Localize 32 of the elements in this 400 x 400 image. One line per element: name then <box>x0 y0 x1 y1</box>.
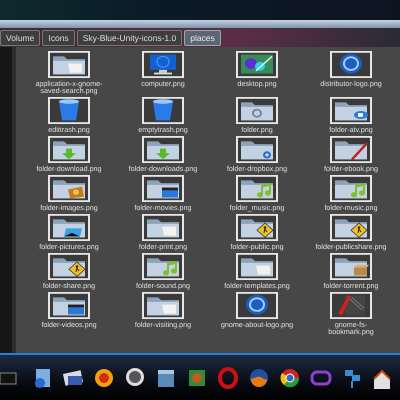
folder-icon[interactable] <box>236 136 278 163</box>
folder-icon[interactable] <box>142 292 184 319</box>
folder-icon[interactable] <box>142 136 184 163</box>
folder-icon[interactable] <box>330 136 372 163</box>
folder-icon[interactable] <box>236 214 278 241</box>
folder-icon[interactable] <box>48 253 90 280</box>
folder-icon[interactable] <box>236 253 278 280</box>
folder-icon[interactable] <box>48 136 90 163</box>
bookmark-icon[interactable] <box>330 292 372 319</box>
folder-icon[interactable] <box>236 175 278 202</box>
folder-icon[interactable] <box>48 175 90 202</box>
folder-icon[interactable] <box>48 51 90 78</box>
monitor-icon[interactable] <box>142 51 184 78</box>
folder-icon[interactable] <box>330 253 372 280</box>
path-button[interactable]: places <box>184 30 221 46</box>
folder-icon[interactable] <box>142 175 184 202</box>
folder-icon[interactable] <box>48 292 90 319</box>
ball-icon[interactable] <box>124 366 146 388</box>
folder-icon[interactable] <box>48 214 90 241</box>
painting-icon[interactable] <box>236 51 278 78</box>
path-button[interactable]: Sky-Blue-Unity-icons-1.0 <box>76 30 182 46</box>
trash-can-icon[interactable] <box>142 97 184 124</box>
path-button[interactable]: Volume <box>0 30 40 46</box>
folder-icon[interactable] <box>142 253 184 280</box>
folder-icon[interactable] <box>236 97 278 124</box>
trash-can-icon[interactable] <box>48 97 90 124</box>
folder-icon[interactable] <box>330 97 372 124</box>
ring-icon[interactable] <box>217 366 239 388</box>
folder-icon[interactable] <box>142 214 184 241</box>
folder-icon[interactable] <box>330 214 372 241</box>
path-button[interactable]: Icons <box>42 30 75 46</box>
folder-icon[interactable] <box>330 175 372 202</box>
